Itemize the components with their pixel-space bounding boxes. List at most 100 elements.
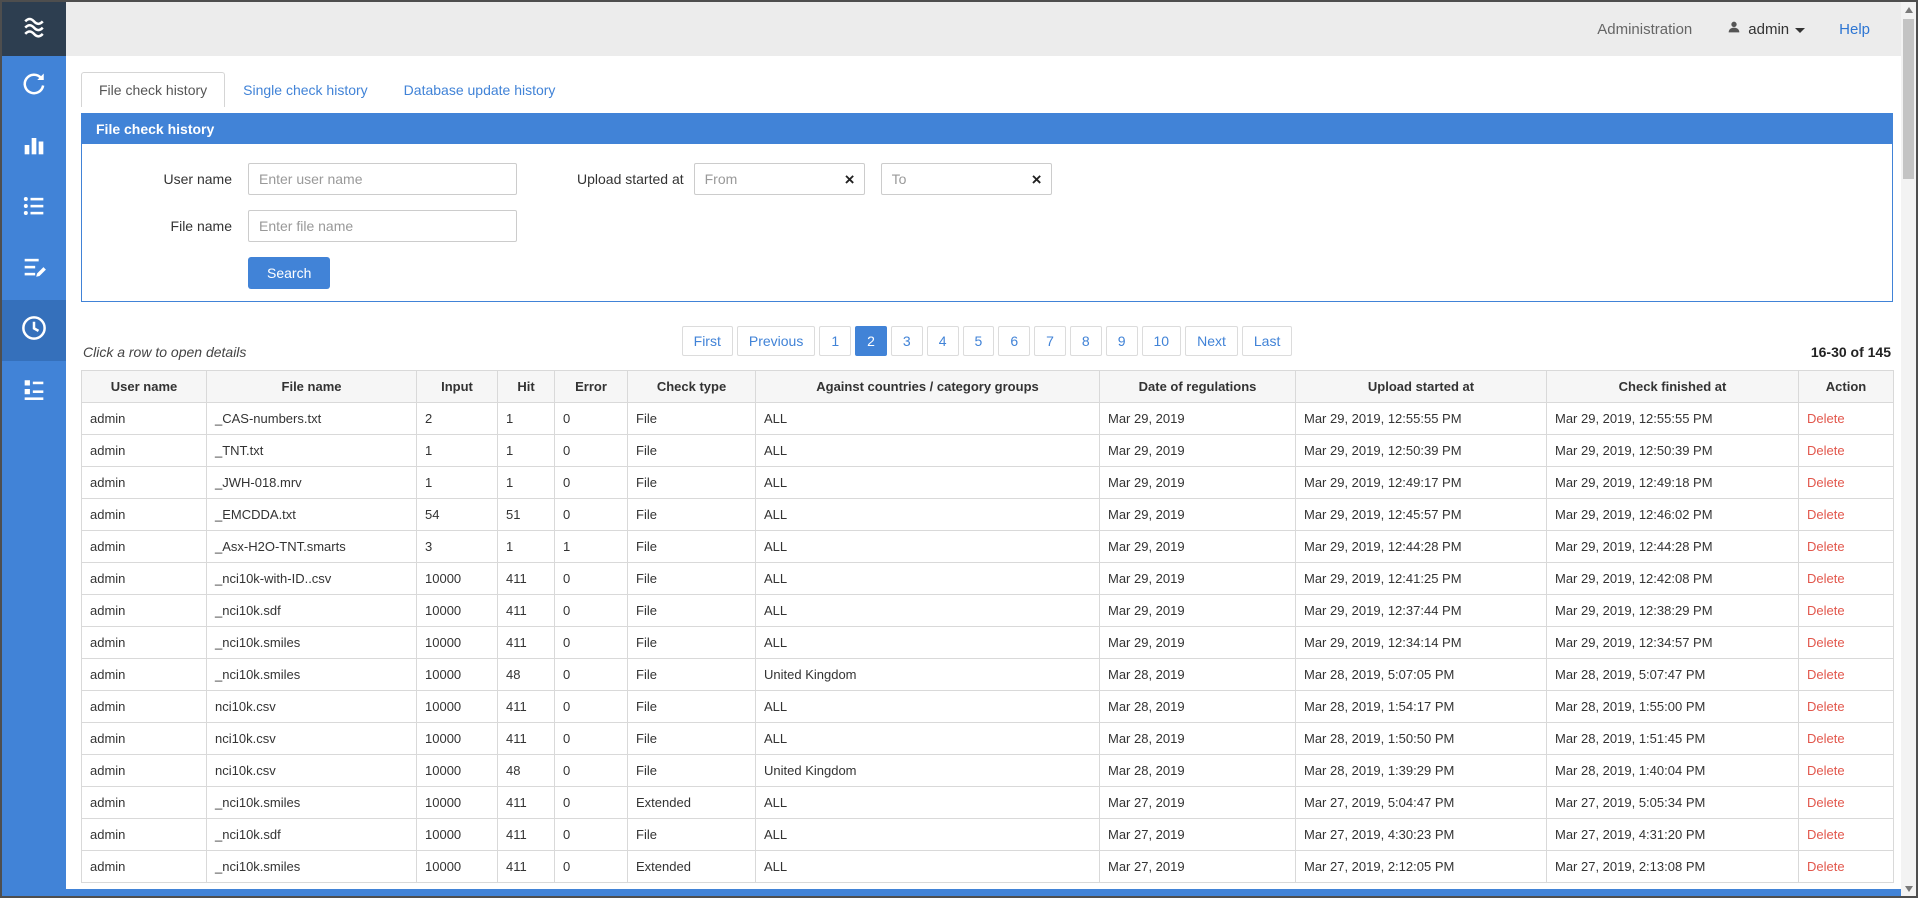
table-cell: Mar 27, 2019: [1100, 851, 1296, 883]
page-button-4[interactable]: 4: [927, 326, 959, 356]
table-cell: 1: [498, 467, 555, 499]
chevron-down-icon: [1795, 28, 1805, 33]
scroll-up-icon[interactable]: [1901, 2, 1916, 17]
sidebar-item-statistics[interactable]: [2, 117, 66, 178]
from-date-input[interactable]: [695, 171, 836, 187]
table-cell: Mar 28, 2019, 5:07:47 PM: [1547, 659, 1799, 691]
help-link[interactable]: Help: [1839, 21, 1870, 38]
clear-to-icon[interactable]: ×: [1023, 171, 1051, 188]
page-button-10[interactable]: 10: [1142, 326, 1182, 356]
delete-link[interactable]: Delete: [1807, 635, 1845, 650]
table-cell: 411: [498, 691, 555, 723]
sidebar-item-update[interactable]: [2, 56, 66, 117]
table-cell: Mar 29, 2019, 12:34:57 PM: [1547, 627, 1799, 659]
delete-link[interactable]: Delete: [1807, 667, 1845, 682]
delete-link[interactable]: Delete: [1807, 795, 1845, 810]
table-row[interactable]: adminnci10k.csv10000480FileUnited Kingdo…: [82, 755, 1894, 787]
delete-link[interactable]: Delete: [1807, 699, 1845, 714]
table-row[interactable]: admin_nci10k-with-ID..csv100004110FileAL…: [82, 563, 1894, 595]
delete-link[interactable]: Delete: [1807, 443, 1845, 458]
sidebar-item-lists[interactable]: [2, 178, 66, 239]
file-name-input[interactable]: [248, 210, 517, 242]
delete-link[interactable]: Delete: [1807, 731, 1845, 746]
to-date-field: ×: [881, 163, 1052, 195]
page-button-previous[interactable]: Previous: [737, 326, 815, 356]
table-cell: 10000: [417, 659, 498, 691]
delete-link[interactable]: Delete: [1807, 827, 1845, 842]
scroll-down-icon[interactable]: [1901, 881, 1916, 896]
tab-single-check-history[interactable]: Single check history: [225, 72, 386, 107]
table-cell: _nci10k.smiles: [207, 851, 417, 883]
tab-database-update-history[interactable]: Database update history: [386, 72, 574, 107]
vertical-scrollbar[interactable]: [1901, 2, 1916, 896]
table-row[interactable]: admin_nci10k.sdf100004110FileALLMar 27, …: [82, 819, 1894, 851]
delete-link[interactable]: Delete: [1807, 411, 1845, 426]
delete-link[interactable]: Delete: [1807, 539, 1845, 554]
action-cell: Delete: [1799, 691, 1894, 723]
table-cell: admin: [82, 531, 207, 563]
user-menu[interactable]: admin: [1726, 19, 1805, 40]
table-cell: 0: [555, 723, 628, 755]
delete-link[interactable]: Delete: [1807, 859, 1845, 874]
table-cell: _nci10k.sdf: [207, 595, 417, 627]
table-row[interactable]: admin_Asx-H2O-TNT.smarts311FileALLMar 29…: [82, 531, 1894, 563]
tab-file-check-history[interactable]: File check history: [81, 72, 225, 107]
to-date-input[interactable]: [882, 171, 1023, 187]
table-row[interactable]: admin_TNT.txt110FileALLMar 29, 2019Mar 2…: [82, 435, 1894, 467]
page-button-3[interactable]: 3: [891, 326, 923, 356]
page-button-5[interactable]: 5: [963, 326, 995, 356]
table-cell: 411: [498, 595, 555, 627]
page-button-2[interactable]: 2: [855, 326, 887, 356]
table-cell: 54: [417, 499, 498, 531]
table-row[interactable]: admin_nci10k.smiles100004110FileALLMar 2…: [82, 627, 1894, 659]
page-button-last[interactable]: Last: [1242, 326, 1292, 356]
user-name-input[interactable]: [248, 163, 517, 195]
scrollbar-thumb[interactable]: [1903, 19, 1914, 179]
table-row[interactable]: admin_CAS-numbers.txt210FileALLMar 29, 2…: [82, 403, 1894, 435]
page-button-first[interactable]: First: [682, 326, 733, 356]
table-cell: _nci10k.sdf: [207, 819, 417, 851]
sidebar-item-history[interactable]: [2, 300, 66, 361]
table-row[interactable]: admin_EMCDDA.txt54510FileALLMar 29, 2019…: [82, 499, 1894, 531]
sidebar-item-check-editor[interactable]: [2, 239, 66, 300]
table-row[interactable]: admin_nci10k.smiles10000480FileUnited Ki…: [82, 659, 1894, 691]
search-button[interactable]: Search: [248, 257, 330, 289]
clear-from-icon[interactable]: ×: [836, 171, 864, 188]
table-cell: Mar 28, 2019, 1:54:17 PM: [1296, 691, 1547, 723]
logo-icon: [19, 12, 49, 47]
table-cell: admin: [82, 403, 207, 435]
table-cell: Mar 27, 2019: [1100, 787, 1296, 819]
delete-link[interactable]: Delete: [1807, 763, 1845, 778]
table-row[interactable]: adminnci10k.csv100004110FileALLMar 28, 2…: [82, 723, 1894, 755]
table-cell: 411: [498, 563, 555, 595]
table-row[interactable]: admin_JWH-018.mrv110FileALLMar 29, 2019M…: [82, 467, 1894, 499]
action-cell: Delete: [1799, 851, 1894, 883]
page-button-9[interactable]: 9: [1106, 326, 1138, 356]
table-row[interactable]: adminnci10k.csv100004110FileALLMar 28, 2…: [82, 691, 1894, 723]
table-cell: Mar 28, 2019: [1100, 659, 1296, 691]
administration-link[interactable]: Administration: [1597, 21, 1692, 38]
table-row[interactable]: admin_nci10k.sdf100004110FileALLMar 29, …: [82, 595, 1894, 627]
table-cell: 2: [417, 403, 498, 435]
table-cell: ALL: [756, 403, 1100, 435]
delete-link[interactable]: Delete: [1807, 571, 1845, 586]
column-header: User name: [82, 371, 207, 403]
page-button-7[interactable]: 7: [1034, 326, 1066, 356]
delete-link[interactable]: Delete: [1807, 475, 1845, 490]
app-logo[interactable]: [2, 2, 66, 56]
page-button-1[interactable]: 1: [819, 326, 851, 356]
from-date-field: ×: [694, 163, 865, 195]
filter-form: User name Upload started at × × File nam…: [82, 144, 1892, 301]
table-row[interactable]: admin_nci10k.smiles100004110ExtendedALLM…: [82, 851, 1894, 883]
delete-link[interactable]: Delete: [1807, 603, 1845, 618]
page-button-8[interactable]: 8: [1070, 326, 1102, 356]
page-button-next[interactable]: Next: [1185, 326, 1238, 356]
table-cell: 10000: [417, 691, 498, 723]
table-cell: 10000: [417, 787, 498, 819]
table-cell: File: [628, 403, 756, 435]
page-button-6[interactable]: 6: [998, 326, 1030, 356]
sidebar-item-reports[interactable]: [2, 361, 66, 422]
table-row[interactable]: admin_nci10k.smiles100004110ExtendedALLM…: [82, 787, 1894, 819]
table-cell: admin: [82, 691, 207, 723]
delete-link[interactable]: Delete: [1807, 507, 1845, 522]
